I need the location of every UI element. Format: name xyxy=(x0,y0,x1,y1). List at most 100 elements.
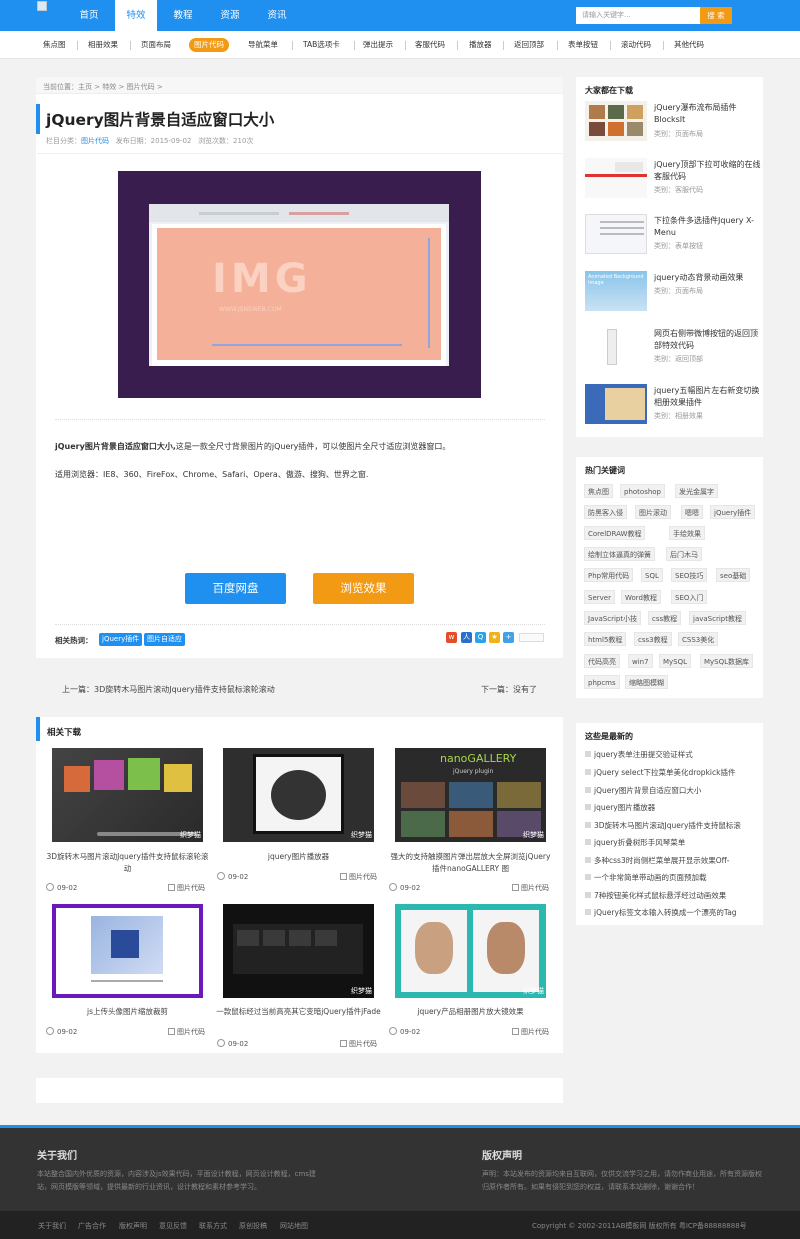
related-thumb[interactable]: 织梦猫 xyxy=(395,904,546,998)
related-thumb[interactable]: 织梦猫 xyxy=(223,904,374,998)
subnav-item[interactable]: 相册效果 xyxy=(83,38,123,52)
download-item-title[interactable]: jQuery瀑布流布局插件BlocksIt xyxy=(654,102,762,126)
recent-item[interactable]: 一个非常简单带动画的页面预加载 xyxy=(585,872,757,883)
share-plus-icon[interactable]: + xyxy=(503,632,514,643)
keyword-tag[interactable]: css教程 xyxy=(648,611,682,625)
keyword-tag[interactable]: seo基础 xyxy=(716,568,751,582)
related-item-title[interactable]: 一款鼠标经过当前高亮其它变暗jQuery插件jFade xyxy=(216,1006,381,1018)
keyword-tag[interactable]: SEO入门 xyxy=(671,590,708,604)
related-item-category[interactable]: 图片代码 xyxy=(512,1027,549,1037)
keyword-tag[interactable]: 图片滚动 xyxy=(635,505,671,519)
keyword-tag[interactable]: html5教程 xyxy=(584,632,627,646)
recent-item-text[interactable]: jquery折叠树形手风琴菜单 xyxy=(594,838,685,847)
related-thumb[interactable]: 织梦猫 xyxy=(52,748,203,842)
keyword-tag[interactable]: 手绘效果 xyxy=(669,526,705,540)
related-thumb[interactable]: 织梦猫 xyxy=(223,748,374,842)
keyword-tag[interactable]: 防黑客入侵 xyxy=(584,505,627,519)
keyword-tag[interactable]: 发光金属字 xyxy=(675,484,718,498)
baidu-download-button[interactable]: 百度网盘 xyxy=(185,573,286,604)
download-thumb[interactable] xyxy=(585,214,647,254)
related-item-title[interactable]: 3D旋转木马图片滚动Jquery插件支持鼠标滚轮滚动 xyxy=(45,851,210,875)
footer-link[interactable]: 关于我们 xyxy=(38,1221,66,1231)
download-item-title[interactable]: 网页右侧带微博按钮的返回顶部特效代码 xyxy=(654,328,762,352)
related-item-category[interactable]: 图片代码 xyxy=(340,1039,377,1049)
recent-item[interactable]: jQuery select下拉菜单美化dropkick插件 xyxy=(585,767,757,778)
download-thumb[interactable] xyxy=(585,384,647,424)
recent-item-text[interactable]: jQuery标签文本输入转换成一个漂亮的Tag xyxy=(594,908,737,917)
search-input[interactable]: 请输入关键字... xyxy=(576,7,700,24)
keyword-tag[interactable]: photoshop xyxy=(620,484,665,498)
keyword-tag[interactable]: SEO技巧 xyxy=(671,568,708,582)
recent-item-text[interactable]: jquery图片播放器 xyxy=(594,803,655,812)
recent-item[interactable]: jquery表单注册提交验证样式 xyxy=(585,749,757,760)
recent-item[interactable]: jquery图片播放器 xyxy=(585,802,757,813)
share-weibo-icon[interactable]: w xyxy=(446,632,457,643)
recent-item-text[interactable]: 多种css3时尚侧栏菜单展开显示效果Off- xyxy=(594,856,730,865)
subnav-item[interactable]: TAB选项卡 xyxy=(298,38,345,52)
search-button[interactable]: 搜 索 xyxy=(700,7,732,24)
keyword-tag[interactable]: Word教程 xyxy=(621,590,661,604)
related-item-category[interactable]: 图片代码 xyxy=(512,883,549,893)
recent-item[interactable]: 多种css3时尚侧栏菜单展开显示效果Off- xyxy=(585,855,757,866)
share-qzone-icon[interactable]: Q xyxy=(475,632,486,643)
subnav-item[interactable]: 页面布局 xyxy=(136,38,176,52)
related-item-title[interactable]: jquery产品相册图片放大镜效果 xyxy=(388,1006,553,1018)
related-item-category[interactable]: 图片代码 xyxy=(340,872,377,882)
nav-tutorials[interactable]: 教程 xyxy=(163,0,203,31)
subnav-item[interactable]: 导航菜单 xyxy=(243,38,283,52)
keyword-tag[interactable]: JavaScript小技 xyxy=(584,611,642,625)
recent-item[interactable]: jQuery图片背景自适应窗口大小 xyxy=(585,785,757,796)
keyword-tag[interactable]: Php常用代码 xyxy=(584,568,634,582)
keyword-tag[interactable]: 绘制立体逼真的弹簧 xyxy=(584,547,655,561)
related-thumb[interactable]: nanoGALLERY jQuery plugin 织梦猫 xyxy=(395,748,546,842)
download-item-title[interactable]: 下拉条件多选插件Jquery X-Menu xyxy=(654,215,762,239)
keyword-tag[interactable]: SQL xyxy=(641,568,663,582)
subnav-item[interactable]: 播放器 xyxy=(464,38,497,52)
tag-link[interactable]: jQuery插件 xyxy=(99,633,143,646)
category-text[interactable]: 图片代码 xyxy=(349,1040,377,1048)
related-item-title[interactable]: js上传头像图片缩放裁剪 xyxy=(45,1006,210,1018)
subnav-item[interactable]: 其他代码 xyxy=(669,38,709,52)
keyword-tag[interactable]: CorelDRAW教程 xyxy=(584,526,646,540)
share-star-icon[interactable]: ★ xyxy=(489,632,500,643)
recent-item[interactable]: jquery折叠树形手风琴菜单 xyxy=(585,837,757,848)
footer-link[interactable]: 版权声明 xyxy=(119,1221,147,1231)
footer-link[interactable]: 联系方式 xyxy=(199,1221,227,1231)
related-item-title[interactable]: 强大的支持触摸图片弹出层放大全屏浏览jQuery插件nanoGALLERY 图 xyxy=(388,851,553,875)
keyword-tag[interactable]: MySQL数据库 xyxy=(700,654,754,668)
recent-item[interactable]: jQuery标签文本输入转换成一个漂亮的Tag xyxy=(585,907,757,918)
subnav-item[interactable]: 滚动代码 xyxy=(616,38,656,52)
recent-item-text[interactable]: 一个非常简单带动画的页面预加载 xyxy=(594,873,707,882)
keyword-tag[interactable]: 代码高亮 xyxy=(584,654,620,668)
keyword-tag[interactable]: javaScript教程 xyxy=(689,611,746,625)
keyword-tag[interactable]: win7 xyxy=(628,654,653,668)
recent-item-text[interactable]: jQuery图片背景自适应窗口大小 xyxy=(594,786,701,795)
keyword-tag[interactable]: 后门木马 xyxy=(666,547,702,561)
category-text[interactable]: 图片代码 xyxy=(177,1028,205,1036)
related-item-title[interactable]: jquery图片播放器 xyxy=(216,851,381,863)
related-thumb[interactable]: 织梦猫 xyxy=(52,904,203,998)
subnav-item[interactable]: 客服代码 xyxy=(410,38,450,52)
download-item-title[interactable]: jquery五幅图片左右新变切换相册效果插件 xyxy=(654,385,762,409)
nav-resources[interactable]: 资源 xyxy=(210,0,250,31)
share-renren-icon[interactable]: 人 xyxy=(461,632,472,643)
subnav-item[interactable]: 返回顶部 xyxy=(509,38,549,52)
download-thumb[interactable] xyxy=(585,101,647,141)
nav-effects[interactable]: 特效 xyxy=(115,0,157,31)
keyword-tag[interactable]: MySQL xyxy=(659,654,692,668)
recent-item-text[interactable]: jquery表单注册提交验证样式 xyxy=(594,750,693,759)
keyword-tag[interactable]: 嗯嗯 xyxy=(681,505,703,519)
footer-link[interactable]: 网站地图 xyxy=(280,1221,308,1231)
keyword-tag[interactable]: 焦点图 xyxy=(584,484,613,498)
download-thumb[interactable] xyxy=(585,327,647,367)
tag-link[interactable]: 图片自适应 xyxy=(144,633,185,646)
keyword-tag[interactable]: CSS3美化 xyxy=(678,632,719,646)
prev-article-link[interactable]: 上一篇：3D旋转木马图片滚动Jquery插件支持鼠标滚轮滚动 xyxy=(62,684,275,695)
demo-button[interactable]: 浏览效果 xyxy=(313,573,414,604)
related-item-category[interactable]: 图片代码 xyxy=(168,883,205,893)
subnav-item[interactable]: 表单按钮 xyxy=(563,38,603,52)
download-item-title[interactable]: jquery动态背景动画效果 xyxy=(654,272,762,284)
category-text[interactable]: 图片代码 xyxy=(177,884,205,892)
download-item-title[interactable]: jQuery顶部下拉可收缩的在线客服代码 xyxy=(654,159,762,183)
keyword-tag[interactable]: css3教程 xyxy=(634,632,672,646)
